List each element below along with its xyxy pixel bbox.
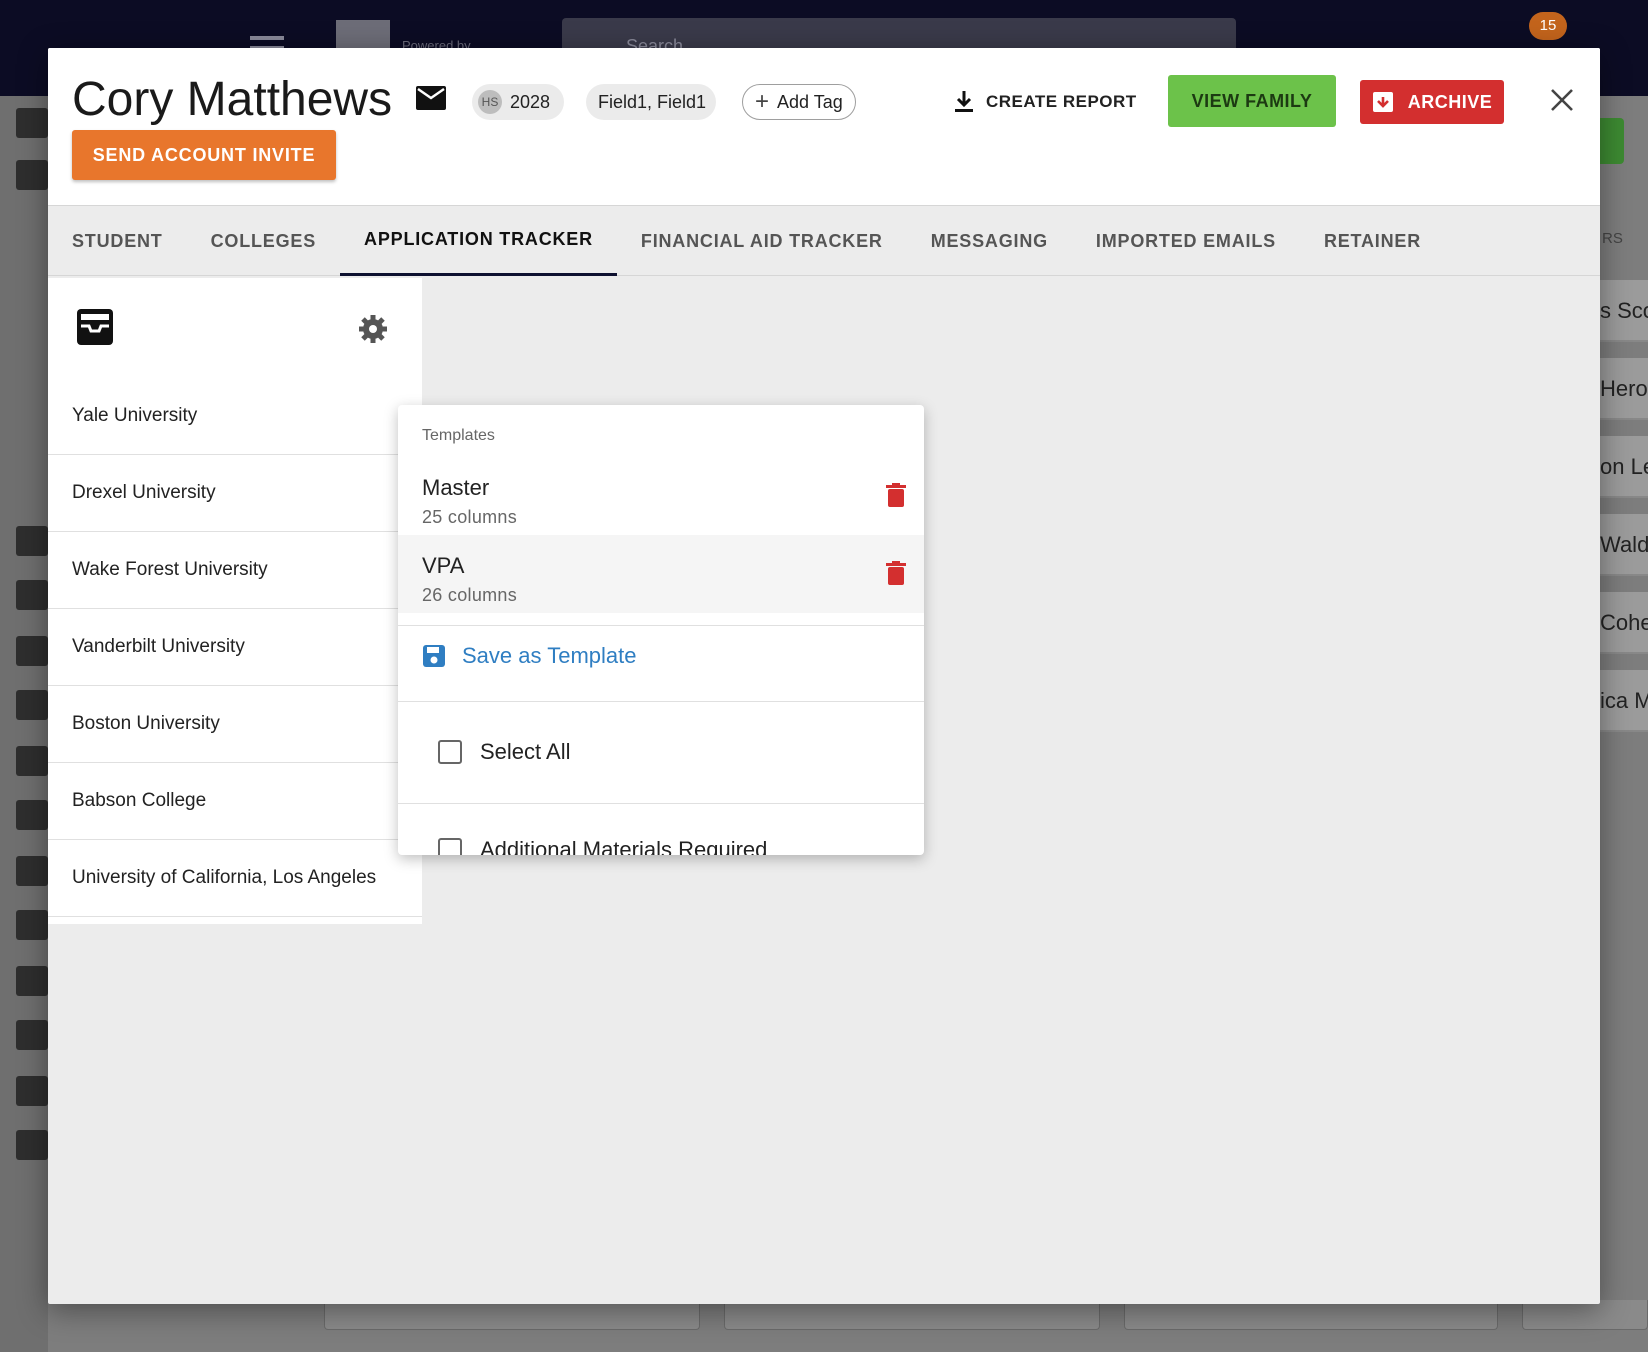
college-item-vanderbilt[interactable]: Vanderbilt University (48, 609, 422, 686)
column-option-row[interactable]: Additional Materials Required (438, 837, 767, 855)
template-column-count: 26 columns (422, 585, 518, 605)
templates-subheader: Templates (422, 427, 495, 444)
background-row: Walde (1600, 514, 1648, 576)
tab-application-tracker[interactable]: APPLICATION TRACKER (340, 206, 617, 276)
background-row: ica M (1600, 670, 1648, 732)
college-item-ucla[interactable]: University of California, Los Angeles (48, 840, 422, 917)
background-card (1522, 1300, 1648, 1330)
dashboard-icon[interactable] (16, 108, 48, 138)
trash-icon[interactable] (886, 561, 906, 585)
background-column-header: RS (1602, 230, 1623, 247)
tab-colleges[interactable]: COLLEGES (187, 206, 340, 276)
archive-button[interactable]: ARCHIVE (1360, 80, 1504, 124)
background-row: Hero (1600, 358, 1648, 420)
students-icon[interactable] (16, 160, 48, 190)
select-all-label: Select All (480, 739, 571, 764)
mail-icon[interactable] (16, 1020, 48, 1050)
column-settings-menu: Templates Master 25 columns VPA 26 colum… (398, 405, 924, 855)
gear-icon[interactable] (358, 314, 388, 344)
template-name: VPA (422, 553, 465, 578)
notification-count-badge: 15 (1529, 12, 1567, 40)
document-icon[interactable] (16, 966, 48, 996)
background-row: on Le (1600, 436, 1648, 498)
college-item-wake-forest[interactable]: Wake Forest University (48, 532, 422, 609)
columns-icon[interactable] (16, 580, 48, 610)
merge-icon[interactable] (16, 856, 48, 886)
save-as-template-label: Save as Template (462, 643, 637, 668)
template-name: Master (422, 475, 490, 500)
college-item-drexel[interactable]: Drexel University (48, 455, 422, 532)
student-modal: Cory Matthews HS 2028 Field1, Field1 + A… (48, 48, 1600, 1304)
download-icon (955, 91, 973, 112)
inbox-icon[interactable] (76, 308, 114, 346)
menu-divider (398, 701, 924, 702)
college-list: Yale University Drexel University Wake F… (48, 278, 422, 924)
menu-divider (398, 625, 924, 626)
college-item-boston[interactable]: Boston University (48, 686, 422, 763)
create-report-button[interactable]: CREATE REPORT (954, 84, 1137, 120)
add-tag-button[interactable]: + Add Tag (742, 84, 856, 120)
hs-avatar: HS (478, 90, 502, 114)
student-name: Cory Matthews (72, 73, 393, 126)
save-icon (423, 645, 445, 667)
background-row: Cohe (1600, 592, 1648, 654)
tab-financial-aid-tracker[interactable]: FINANCIAL AID TRACKER (617, 206, 907, 276)
plus-icon: + (755, 88, 770, 115)
select-all-checkbox[interactable] (438, 740, 462, 764)
select-all-row[interactable]: Select All (438, 739, 571, 765)
template-column-count: 25 columns (422, 507, 518, 527)
archive-label: ARCHIVE (1407, 91, 1493, 112)
tab-retainer[interactable]: RETAINER (1300, 206, 1445, 276)
menu-icon[interactable] (250, 36, 284, 40)
column-option-label: Additional Materials Required (480, 837, 768, 855)
grad-year-label: 2028 (510, 91, 551, 112)
checklist-icon[interactable] (16, 690, 48, 720)
app-sidebar (0, 96, 48, 1352)
modal-header: Cory Matthews HS 2028 Field1, Field1 + A… (48, 48, 1600, 206)
grad-year-chip[interactable]: HS 2028 (472, 84, 564, 120)
background-green-button (1598, 118, 1624, 164)
template-item-master[interactable]: Master 25 columns (398, 457, 924, 535)
background-card (1124, 1300, 1498, 1330)
tab-student[interactable]: STUDENT (48, 206, 187, 276)
background-card (724, 1300, 1100, 1330)
column-option-checkbox[interactable] (438, 838, 462, 855)
list-icon[interactable] (16, 746, 48, 776)
fields-chip[interactable]: Field1, Field1 (586, 84, 716, 120)
view-family-button[interactable]: VIEW FAMILY (1168, 75, 1336, 127)
tab-imported-emails[interactable]: IMPORTED EMAILS (1072, 206, 1300, 276)
dollar-icon[interactable] (16, 1076, 48, 1106)
send-account-invite-button[interactable]: SEND ACCOUNT INVITE (72, 130, 336, 180)
background-row: s Sco (1600, 280, 1648, 342)
archive-icon (1372, 92, 1393, 112)
mail-icon[interactable] (416, 86, 446, 110)
add-tag-label: Add Tag (777, 91, 843, 112)
trash-icon[interactable] (886, 483, 906, 507)
tab-bar: STUDENT COLLEGES APPLICATION TRACKER FIN… (48, 206, 1600, 276)
menu-divider (398, 803, 924, 804)
tab-messaging[interactable]: MESSAGING (907, 206, 1072, 276)
college-item-yale[interactable]: Yale University (48, 378, 422, 455)
video-icon[interactable] (16, 800, 48, 830)
college-list-header (48, 278, 422, 378)
activity-icon[interactable] (16, 636, 48, 666)
close-icon[interactable] (1540, 78, 1584, 122)
college-item-babson[interactable]: Babson College (48, 763, 422, 840)
feedback-icon[interactable] (16, 1130, 48, 1160)
background-card (324, 1300, 700, 1330)
template-item-vpa[interactable]: VPA 26 columns (398, 535, 924, 613)
reading-icon[interactable] (16, 910, 48, 940)
create-report-label: CREATE REPORT (986, 92, 1137, 111)
save-as-template-button[interactable]: Save as Template (422, 643, 636, 669)
school-icon[interactable] (16, 526, 48, 556)
